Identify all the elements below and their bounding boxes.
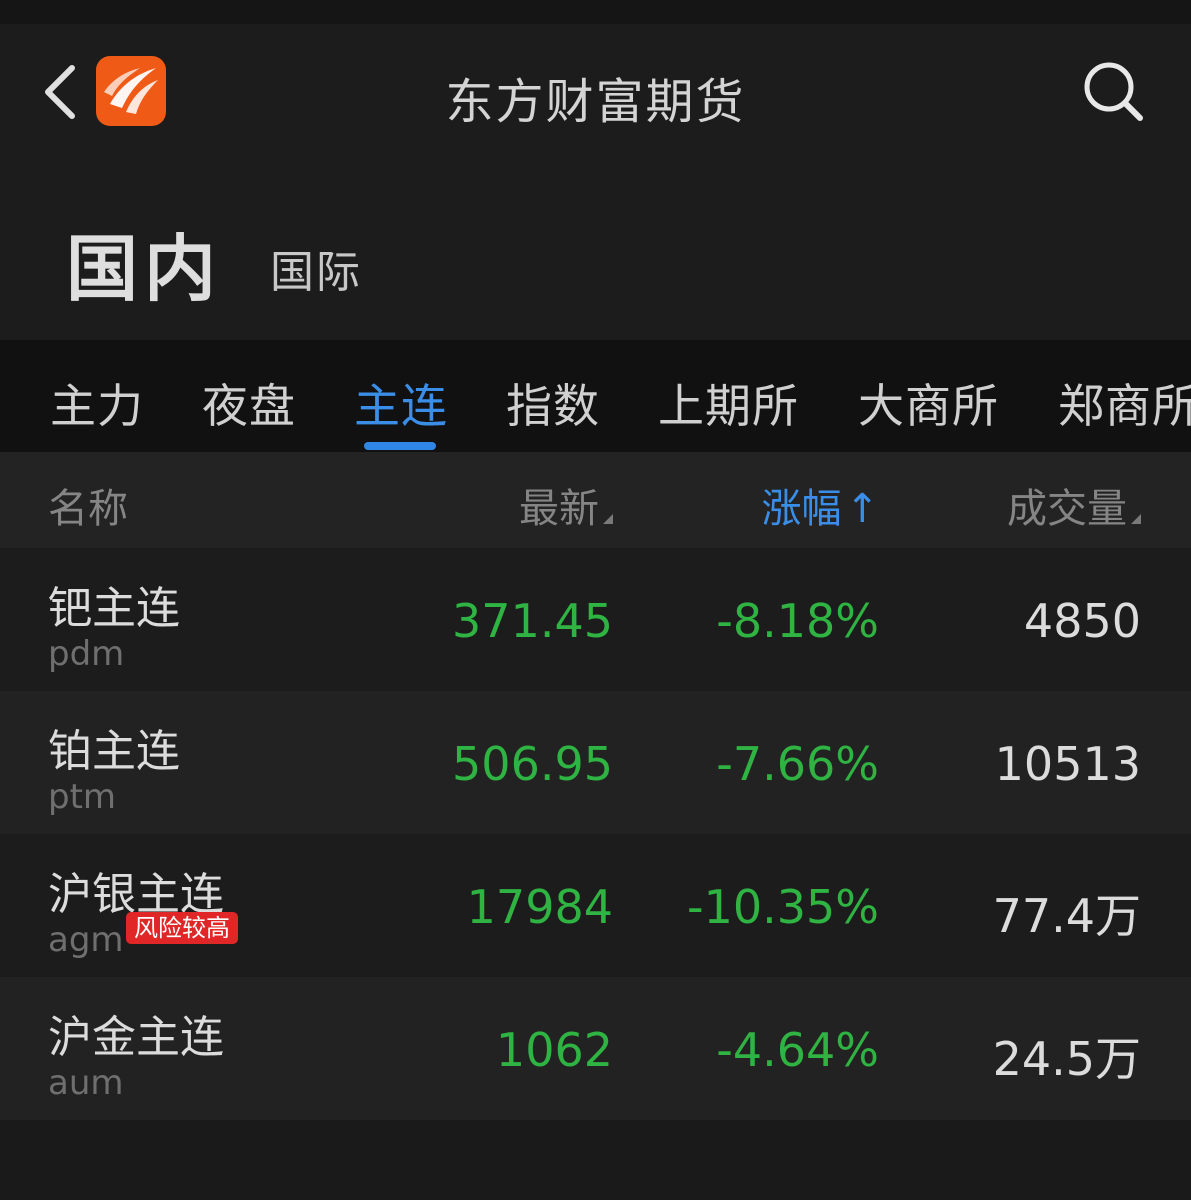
contract-name: 铂主连 [48,726,180,777]
tab-main[interactable]: 主力 [50,370,144,436]
contract-code: aum [48,1063,124,1103]
tab-czce[interactable]: 郑商所 [1058,370,1191,436]
tab-index[interactable]: 指数 [506,370,600,436]
risk-badge: 风险较高 [126,912,238,944]
active-tab-indicator [364,442,436,450]
sort-indicator-icon [603,514,613,524]
latest-price: 371.45 [452,594,613,648]
column-header-name: 名称 [48,486,128,532]
change-percent: -4.64% [716,1023,879,1077]
sort-indicator-icon [1131,514,1141,524]
table-row[interactable]: 沪金主连 aum 1062 -4.64% 24.5万 [0,977,1191,1120]
column-header-latest[interactable]: 最新 [519,476,613,534]
change-percent: -10.35% [687,880,879,934]
tab-continuous[interactable]: 主连 [354,370,448,436]
table-row[interactable]: 沪银主连 agm 风险较高 17984 -10.35% 77.4万 [0,834,1191,977]
sort-ascending-icon: ↑ [845,486,879,532]
contract-code: agm [48,920,124,960]
tab-dce[interactable]: 大商所 [858,370,999,436]
volume: 10513 [994,737,1141,791]
table-row[interactable]: 钯主连 pdm 371.45 -8.18% 4850 [0,548,1191,691]
table-row[interactable]: 铂主连 ptm 506.95 -7.66% 10513 [0,691,1191,834]
column-header-volume-label: 成交量 [1007,486,1127,532]
tab-international[interactable]: 国际 [270,236,362,300]
search-icon [1084,62,1143,121]
tab-domestic[interactable]: 国内 [66,210,222,315]
latest-price: 506.95 [452,737,613,791]
page-title: 东方财富期货 [445,74,746,130]
latest-price: 17984 [466,880,613,934]
change-percent: -8.18% [716,594,879,648]
tab-night[interactable]: 夜盘 [202,370,296,436]
column-header-change-label: 涨幅 [761,486,842,532]
market-tabs: 国内 国际 [0,164,1191,340]
tab-shfe[interactable]: 上期所 [658,370,799,436]
column-header-change[interactable]: 涨幅 ↑ [761,476,879,534]
quote-list: 钯主连 pdm 371.45 -8.18% 4850 铂主连 ptm 506.9… [0,548,1191,1120]
app-header: 东方财富期货 [0,24,1191,164]
volume: 4850 [1023,594,1141,648]
status-bar [0,0,1191,24]
contract-code: ptm [48,777,117,817]
contract-name: 沪金主连 [48,1012,224,1063]
latest-price: 1062 [495,1023,613,1077]
change-percent: -7.66% [716,737,879,791]
column-header-volume[interactable]: 成交量 [1007,476,1141,534]
table-header: 名称 最新 涨幅 ↑ 成交量 [0,452,1191,548]
contract-name: 钯主连 [48,583,180,634]
contract-code: pdm [48,634,125,674]
volume: 24.5万 [992,1032,1141,1086]
search-button[interactable] [1080,58,1146,124]
category-tabs: 主力 夜盘 主连 指数 上期所 大商所 郑商所 [0,340,1191,452]
volume: 77.4万 [992,889,1141,943]
column-header-latest-label: 最新 [519,486,599,532]
list-empty-area [0,1120,1191,1200]
